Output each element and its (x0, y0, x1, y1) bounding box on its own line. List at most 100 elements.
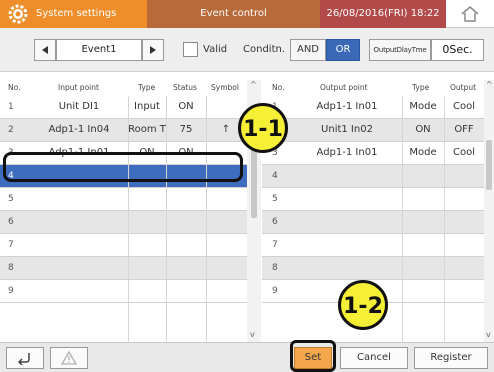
symbol-cell (206, 188, 246, 210)
row-number: 1 (8, 102, 14, 112)
row-number: 6 (8, 217, 14, 227)
type-cell: Mode (409, 101, 437, 112)
output-point-cell: Unit1 In02 (321, 124, 373, 135)
event-control-row: Event1 Valid Conditn. AND OR OutputDlayT… (0, 28, 494, 72)
gear-icon (8, 4, 28, 24)
input-table-header: No. Input point Type Status Symbol (0, 80, 247, 96)
set-button-highlight-annotation (290, 340, 336, 372)
table-row[interactable]: 7 (262, 234, 484, 257)
next-event-button[interactable] (142, 39, 164, 61)
output-table-scrollbar[interactable]: ^ v (484, 80, 494, 342)
table-row[interactable]: 8 (0, 257, 247, 280)
scroll-down-icon[interactable]: v (486, 330, 491, 339)
header-status: Status (173, 83, 197, 92)
table-row[interactable]: 5 (262, 188, 484, 211)
previous-event-button[interactable] (34, 39, 56, 61)
symbol-cell (206, 234, 246, 256)
cancel-button[interactable]: Cancel (340, 347, 408, 369)
scroll-up-icon[interactable]: ^ (250, 80, 257, 89)
home-button[interactable] (446, 0, 494, 28)
row-number: 5 (272, 194, 278, 204)
output-delay-time-button[interactable]: OutputDlayTme (369, 39, 431, 61)
scroll-thumb[interactable] (486, 140, 492, 190)
type-cell: Mode (409, 147, 437, 158)
section-title: Event control (200, 8, 267, 19)
status-cell (166, 211, 206, 233)
row-number: 4 (272, 171, 278, 181)
scroll-thumb[interactable] (251, 148, 257, 218)
type-cell: Room T (128, 124, 166, 135)
type-cell (128, 188, 166, 210)
scroll-up-icon[interactable]: ^ (486, 80, 493, 89)
header-no: No. (272, 83, 285, 92)
output-delay-time-value[interactable]: 0Sec. (431, 39, 484, 61)
table-row[interactable]: 2Unit1 In02ONOFF (262, 119, 484, 142)
table-row[interactable]: 2 Adp1-1 In04 Room T 75 ↑ (0, 119, 247, 142)
symbol-cell (206, 280, 246, 302)
type-cell (128, 234, 166, 256)
header-symbol: Symbol (211, 83, 239, 92)
type-cell: ON (415, 124, 431, 135)
table-row[interactable]: 6 (0, 211, 247, 234)
input-point-cell: Unit DI1 (58, 101, 100, 112)
warning-button[interactable] (50, 347, 88, 369)
condition-label: Conditn. (243, 44, 286, 55)
valid-label: Valid (203, 44, 228, 55)
output-cell (444, 257, 484, 279)
triangle-right-icon (150, 46, 156, 54)
status-cell (166, 234, 206, 256)
type-cell (402, 188, 444, 210)
back-button[interactable] (6, 347, 44, 369)
header-type: Type (138, 83, 156, 92)
row-number: 2 (8, 125, 14, 135)
table-row[interactable]: 7 (0, 234, 247, 257)
table-row[interactable]: 5 (0, 188, 247, 211)
output-cell: Cool (453, 147, 475, 158)
symbol-cell (206, 96, 246, 118)
status-cell (166, 280, 206, 302)
input-table: No. Input point Type Status Symbol 1 Unit… (0, 80, 247, 342)
table-row[interactable]: 9 (0, 280, 247, 303)
symbol-cell (206, 257, 246, 279)
output-cell: OFF (454, 124, 474, 135)
output-table-header: No. Output point Type Output (262, 80, 484, 96)
valid-checkbox[interactable] (183, 42, 198, 57)
type-cell (402, 280, 444, 302)
back-arrow-icon (17, 353, 30, 365)
output-cell (444, 280, 484, 302)
callout-text: 1-1 (243, 117, 283, 142)
table-row[interactable]: 8 (262, 257, 484, 280)
section-title-bar: Event control (147, 0, 320, 28)
table-row[interactable]: 4 (262, 165, 484, 188)
output-point-cell (292, 211, 402, 233)
scroll-down-icon[interactable]: v (250, 330, 255, 339)
datetime-bar: 26/08/2016(FRI) 18:22 (320, 0, 446, 28)
output-point-cell: Adp1-1 In01 (316, 147, 378, 158)
type-cell (402, 234, 444, 256)
output-point-cell (292, 257, 402, 279)
table-row[interactable]: 1 Unit DI1 Input ON (0, 96, 247, 119)
row-number: 7 (272, 240, 278, 250)
output-cell (444, 188, 484, 210)
header-type: Type (412, 83, 430, 92)
row-number: 9 (272, 286, 278, 296)
condition-or-button[interactable]: OR (326, 39, 360, 61)
type-cell (402, 257, 444, 279)
condition-and-button[interactable]: AND (290, 39, 326, 61)
app-title-tab: System settings (0, 0, 147, 28)
type-cell (402, 211, 444, 233)
status-cell (166, 188, 206, 210)
row-number: 8 (272, 263, 278, 273)
table-row[interactable]: 3 Adp1-1 In01 Mode Cool (262, 142, 484, 165)
register-button[interactable]: Register (414, 347, 488, 369)
warning-icon (61, 351, 77, 365)
home-icon (461, 6, 479, 22)
input-point-cell (30, 257, 128, 279)
status-cell: ON (178, 101, 194, 112)
output-cell (444, 165, 484, 187)
table-row[interactable]: 6 (262, 211, 484, 234)
input-point-cell (30, 280, 128, 302)
callout-text: 1-2 (343, 294, 383, 319)
table-row[interactable]: 1Adp1-1 In01ModeCool (262, 96, 484, 119)
event-name-field[interactable]: Event1 (56, 39, 142, 61)
